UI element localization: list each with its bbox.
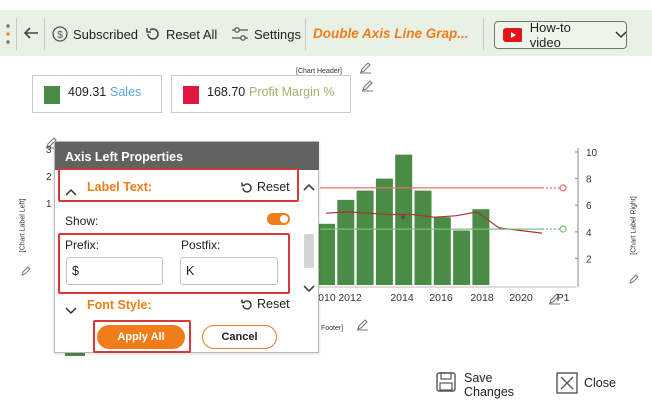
reset-all-button[interactable]: Reset All <box>145 22 217 46</box>
x-tick-label: 2012 <box>338 292 362 304</box>
edit-legend-pencil-icon[interactable] <box>361 79 374 97</box>
series-line-profit <box>325 211 543 234</box>
save-icon <box>436 372 456 397</box>
bar <box>395 154 413 285</box>
panel-title: Axis Left Properties <box>55 142 319 170</box>
right-axis-tick-label: 10 <box>586 148 598 159</box>
bar <box>414 190 432 285</box>
label-text-reset-button[interactable]: Reset <box>240 180 290 194</box>
left-axis-tick-label: 1 <box>46 199 52 210</box>
settings-button[interactable]: Settings <box>231 22 301 46</box>
svg-text:$: $ <box>57 30 63 41</box>
top-toolbar: $ Subscribed Reset All Settings Double A… <box>0 0 652 56</box>
legend-value-sales: 409.31 <box>68 85 107 99</box>
dollar-circle-icon: $ <box>52 26 68 42</box>
save-changes-button[interactable]: Save Changes <box>464 371 514 399</box>
chevron-up-icon[interactable] <box>65 183 77 201</box>
right-axis-tick-label: 6 <box>586 201 592 212</box>
legend-swatch-sales <box>44 86 60 104</box>
bar <box>375 178 393 285</box>
data-point <box>401 215 405 220</box>
reset-icon <box>241 182 252 193</box>
toolbar-divider <box>44 18 45 50</box>
show-label: Show: <box>65 214 99 228</box>
cancel-button[interactable]: Cancel <box>202 325 277 349</box>
toolbar-divider <box>305 18 306 50</box>
reset-all-label: Reset All <box>166 26 218 42</box>
reset-icon <box>241 299 252 310</box>
bar <box>433 217 451 285</box>
chart-footer-placeholder[interactable]: Footer] <box>321 325 343 332</box>
label-text-section-title[interactable]: Label Text: <box>87 180 152 194</box>
edit-label-right-pencil-icon[interactable] <box>628 272 639 290</box>
chart-title: Double Axis Line Grap... <box>313 26 469 41</box>
save-label-line2: Changes <box>464 385 515 399</box>
legend-item-profit-margin[interactable]: 168.70 Profit Margin % <box>171 75 351 113</box>
postfix-label: Postfix: <box>181 238 221 252</box>
right-axis-tick-label: 2 <box>586 254 592 265</box>
x-tick-label: 2014 <box>390 292 414 304</box>
font-style-section-title[interactable]: Font Style: <box>87 298 152 312</box>
apply-all-button[interactable]: Apply All <box>97 325 185 349</box>
x-tick-label: 2020 <box>509 292 533 304</box>
chevron-down-icon <box>615 31 626 39</box>
bar <box>453 230 471 285</box>
axis-left-properties-panel: Axis Left Properties Label Text: Reset S… <box>54 141 319 353</box>
chart-label-left-placeholder[interactable]: [Chart Label Left] <box>20 196 27 256</box>
right-axis-tick-label: 8 <box>586 175 592 186</box>
subscribed-button[interactable]: $ Subscribed <box>52 22 138 46</box>
chart-header-placeholder[interactable]: [Chart Header] <box>296 68 342 75</box>
chevron-down-icon[interactable] <box>65 302 77 320</box>
toolbar-divider <box>16 18 17 50</box>
close-button[interactable]: Close <box>584 376 616 390</box>
chart-label-right-placeholder[interactable]: [Chart Label Right] <box>631 196 638 256</box>
x-tick-label: 2016 <box>429 292 453 304</box>
reset-icon <box>146 28 159 40</box>
edit-header-pencil-icon[interactable] <box>359 61 372 79</box>
subscribed-label: Subscribed <box>73 26 139 42</box>
settings-label: Settings <box>254 26 301 42</box>
edit-x-axis-pencil-icon[interactable] <box>548 292 561 310</box>
drag-handle-icon[interactable] <box>6 24 10 44</box>
footer-bar: Save Changes Close <box>0 362 652 416</box>
show-toggle[interactable] <box>267 213 290 225</box>
left-axis-tick-label: 2 <box>46 172 52 183</box>
legend-swatch-profit-margin <box>183 86 199 104</box>
close-icon[interactable] <box>556 372 578 399</box>
bar <box>337 199 355 285</box>
toolbar-divider <box>483 18 484 50</box>
edit-footer-pencil-icon[interactable] <box>356 318 369 336</box>
postfix-input[interactable]: K <box>180 257 278 285</box>
prefix-label: Prefix: <box>65 238 100 252</box>
edit-label-left-pencil-icon[interactable] <box>20 264 31 282</box>
legend-value-profit-margin: 168.70 <box>207 85 246 99</box>
bar <box>472 209 490 285</box>
save-label-line1: Save <box>464 371 493 385</box>
reset-label: Reset <box>257 180 290 194</box>
how-to-video-label: How-to video <box>529 20 571 50</box>
sliders-icon <box>232 27 248 41</box>
font-style-reset-button[interactable]: Reset <box>240 297 290 311</box>
youtube-icon <box>503 28 522 42</box>
x-tick-label: 2018 <box>470 292 494 304</box>
legend-item-sales[interactable]: 409.31 Sales <box>32 75 162 113</box>
legend-label-profit-margin: Profit Margin % <box>249 85 335 99</box>
panel-scrollbar[interactable] <box>302 182 316 296</box>
bar <box>356 190 374 285</box>
reset-label-2: Reset <box>257 297 290 311</box>
right-axis-tick-label: 4 <box>586 228 592 239</box>
target-marker-red <box>559 184 567 192</box>
legend-label-sales: Sales <box>110 85 142 99</box>
bar <box>318 223 335 285</box>
how-to-video-button[interactable]: How-to video <box>494 20 627 50</box>
back-arrow-icon[interactable] <box>23 26 39 45</box>
prefix-input[interactable]: $ <box>66 257 163 285</box>
toggle-knob <box>280 215 288 223</box>
target-marker-green <box>559 225 567 233</box>
